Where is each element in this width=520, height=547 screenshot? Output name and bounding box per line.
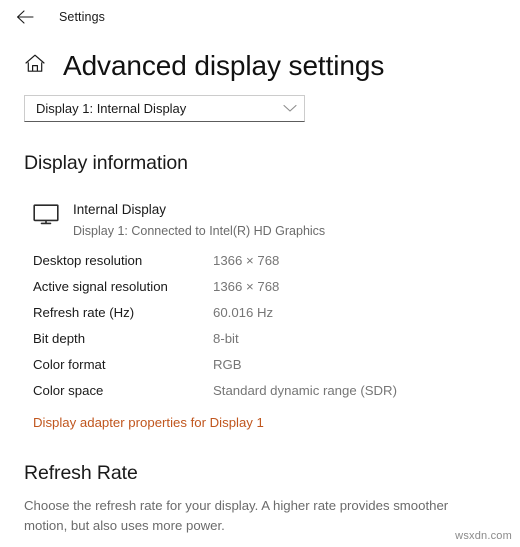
display-selector-value: Display 1: Internal Display [36, 101, 187, 117]
table-row: Refresh rate (Hz) 60.016 Hz [33, 305, 520, 331]
home-button[interactable] [22, 53, 48, 79]
arrow-left-icon [16, 10, 34, 24]
table-row: Desktop resolution 1366 × 768 [33, 253, 520, 279]
display-adapter-properties-link[interactable]: Display adapter properties for Display 1 [33, 415, 264, 430]
spec-label: Active signal resolution [33, 278, 168, 294]
display-specs-table: Desktop resolution 1366 × 768 Active sig… [33, 253, 520, 409]
spec-value: Standard dynamic range (SDR) [213, 382, 397, 398]
spec-label: Bit depth [33, 330, 86, 346]
app-title: Settings [59, 10, 105, 24]
spec-value: 1366 × 768 [213, 278, 280, 294]
spec-value: 60.016 Hz [213, 304, 274, 320]
spec-value: RGB [213, 356, 242, 372]
monitor-summary: Internal Display Display 1: Connected to… [33, 201, 520, 239]
refresh-rate-description: Choose the refresh rate for your display… [24, 497, 449, 534]
display-selector[interactable]: Display 1: Internal Display [24, 95, 305, 123]
table-row: Active signal resolution 1366 × 768 [33, 279, 520, 305]
page-title: Advanced display settings [63, 50, 385, 81]
back-button[interactable] [12, 4, 38, 30]
table-row: Color format RGB [33, 357, 520, 383]
watermark: wsxdn.com [455, 530, 512, 542]
spec-value: 1366 × 768 [213, 252, 280, 268]
spec-label: Refresh rate (Hz) [33, 304, 135, 320]
monitor-icon [33, 201, 63, 230]
display-information-heading: Display information [24, 152, 188, 175]
spec-label: Color space [33, 382, 104, 398]
spec-label: Desktop resolution [33, 252, 143, 268]
monitor-subtitle: Display 1: Connected to Intel(R) HD Grap… [73, 223, 326, 238]
table-row: Color space Standard dynamic range (SDR) [33, 383, 520, 409]
title-bar: Settings [0, 0, 520, 34]
refresh-rate-section: Refresh Rate Choose the refresh rate for… [0, 462, 520, 537]
page-header: Advanced display settings [0, 51, 520, 80]
home-icon [24, 53, 46, 79]
chevron-down-icon [276, 104, 304, 113]
spec-value: 8-bit [213, 330, 239, 346]
table-row: Bit depth 8-bit [33, 331, 520, 357]
refresh-rate-heading: Refresh Rate [24, 461, 138, 484]
spec-label: Color format [33, 356, 106, 372]
monitor-name: Internal Display [73, 202, 167, 218]
